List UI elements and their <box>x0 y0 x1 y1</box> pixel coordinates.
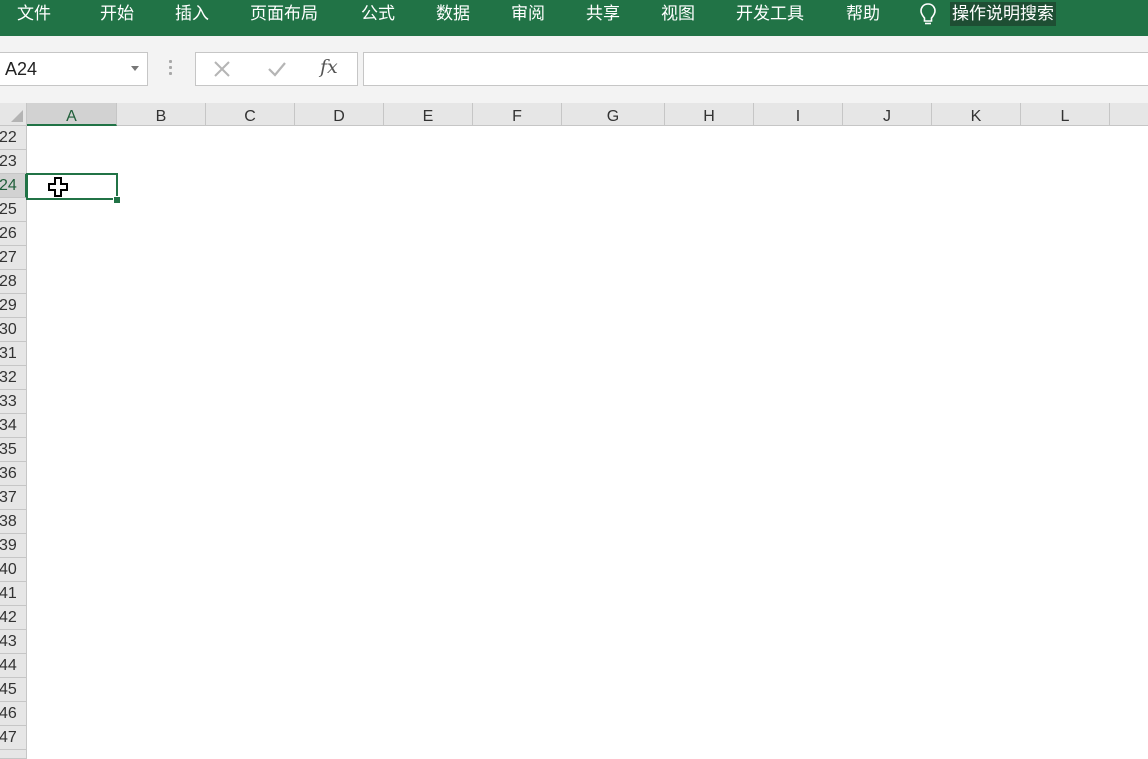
row-header[interactable]: 32 <box>0 366 27 390</box>
cancel-x-icon[interactable] <box>202 53 242 85</box>
worksheet-cells[interactable] <box>27 126 1148 759</box>
column-header-c[interactable]: C <box>206 103 295 126</box>
column-header-m-partial[interactable] <box>1110 103 1148 126</box>
row-header[interactable]: 44 <box>0 654 27 678</box>
row-header[interactable]: 33 <box>0 390 27 414</box>
select-all-button[interactable] <box>0 103 27 126</box>
checkmark-icon[interactable] <box>256 53 296 85</box>
row-header[interactable]: 37 <box>0 486 27 510</box>
column-header-d[interactable]: D <box>295 103 384 126</box>
row-header[interactable]: 47 <box>0 726 27 750</box>
insert-function-button[interactable]: fx <box>320 56 338 78</box>
row-header[interactable]: 43 <box>0 630 27 654</box>
tab-formulas[interactable]: 公式 <box>361 2 395 26</box>
row-header[interactable]: 42 <box>0 606 27 630</box>
tab-developer[interactable]: 开发工具 <box>736 2 804 26</box>
row-header[interactable]: 45 <box>0 678 27 702</box>
row-header[interactable]: 26 <box>0 222 27 246</box>
tab-insert[interactable]: 插入 <box>175 2 209 26</box>
tab-view[interactable]: 视图 <box>661 2 695 26</box>
tell-me-search[interactable]: 操作说明搜索 <box>950 2 1056 26</box>
row-header-selected[interactable]: 24 <box>0 174 27 198</box>
row-header[interactable]: 31 <box>0 342 27 366</box>
column-header-g[interactable]: G <box>562 103 665 126</box>
row-header[interactable]: 41 <box>0 582 27 606</box>
active-cell-a24[interactable] <box>26 173 118 200</box>
row-header[interactable]: 25 <box>0 198 27 222</box>
tab-help[interactable]: 帮助 <box>846 2 880 26</box>
ribbon-tab-bar: 文件 开始 插入 页面布局 公式 数据 审阅 共享 视图 开发工具 帮助 操作说… <box>0 0 1148 36</box>
row-header[interactable]: 46 <box>0 702 27 726</box>
tab-page-layout[interactable]: 页面布局 <box>250 2 318 26</box>
row-header[interactable]: 27 <box>0 246 27 270</box>
fill-handle[interactable] <box>113 196 121 204</box>
row-header[interactable]: 40 <box>0 558 27 582</box>
cell-select-cursor-icon <box>48 177 68 197</box>
row-header[interactable]: 30 <box>0 318 27 342</box>
formula-input[interactable] <box>363 52 1148 86</box>
row-header[interactable]: 29 <box>0 294 27 318</box>
row-header[interactable]: 36 <box>0 462 27 486</box>
column-header-j[interactable]: J <box>843 103 932 126</box>
row-header[interactable]: 28 <box>0 270 27 294</box>
row-header[interactable]: 22 <box>0 126 27 150</box>
row-header[interactable]: 38 <box>0 510 27 534</box>
column-header-e[interactable]: E <box>384 103 473 126</box>
formula-bar-splitter-icon[interactable] <box>169 60 173 80</box>
column-headers: A B C D E F G H I J K L <box>27 103 1148 126</box>
column-header-i[interactable]: I <box>754 103 843 126</box>
formula-buttons: fx <box>195 52 358 86</box>
name-box[interactable]: A24 <box>0 52 148 86</box>
tab-review[interactable]: 审阅 <box>511 2 545 26</box>
chevron-down-icon[interactable] <box>131 66 139 71</box>
select-all-triangle-icon <box>11 110 23 122</box>
tab-data[interactable]: 数据 <box>436 2 470 26</box>
column-header-b[interactable]: B <box>117 103 206 126</box>
column-header-h[interactable]: H <box>665 103 754 126</box>
column-header-f[interactable]: F <box>473 103 562 126</box>
row-header[interactable] <box>0 750 27 759</box>
lightbulb-icon[interactable] <box>917 1 939 27</box>
tab-home[interactable]: 开始 <box>100 2 134 26</box>
row-header[interactable]: 23 <box>0 150 27 174</box>
row-header[interactable]: 34 <box>0 414 27 438</box>
formula-bar: A24 fx <box>0 36 1148 103</box>
tab-file[interactable]: 文件 <box>17 2 51 26</box>
column-header-k[interactable]: K <box>932 103 1021 126</box>
column-header-l[interactable]: L <box>1021 103 1110 126</box>
tab-share[interactable]: 共享 <box>586 2 620 26</box>
row-header[interactable]: 39 <box>0 534 27 558</box>
name-box-value: A24 <box>5 59 38 79</box>
column-header-a[interactable]: A <box>27 103 117 126</box>
row-header[interactable]: 35 <box>0 438 27 462</box>
row-headers: 22 23 24 25 26 27 28 29 30 31 32 33 34 3… <box>0 126 27 759</box>
